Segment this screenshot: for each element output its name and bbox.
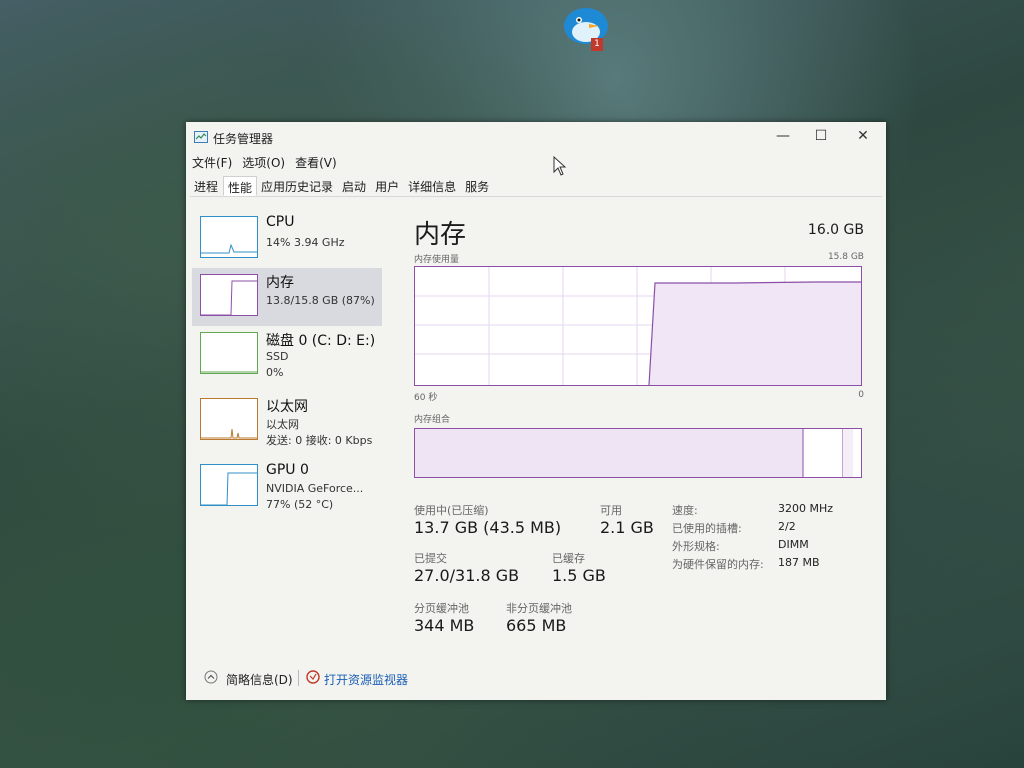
hw-reserved-value: 187 MB	[778, 556, 820, 569]
committed-label: 已提交	[414, 552, 447, 565]
page-title: 内存	[414, 220, 467, 250]
sidebar-item-ethernet[interactable]: 以太网 以太网 发送: 0 接收: 0 Kbps	[192, 392, 382, 450]
sidebar-item-memory[interactable]: 内存 13.8/15.8 GB (87%)	[192, 268, 382, 326]
sidebar-disk-name: 磁盘 0 (C: D: E:)	[266, 333, 376, 349]
fewer-details-button[interactable]: 简略信息(D)	[226, 671, 293, 688]
sidebar-memory-usage: 13.8/15.8 GB (87%)	[266, 294, 375, 307]
graph-time-left: 60 秒	[414, 393, 438, 403]
tab-details[interactable]: 详细信息	[404, 176, 461, 196]
window-title: 任务管理器	[213, 132, 274, 146]
task-manager-app-icon	[194, 131, 208, 143]
open-resource-monitor-link[interactable]: 打开资源监视器	[324, 671, 408, 688]
form-factor-value: DIMM	[778, 538, 809, 551]
resource-monitor-icon	[306, 670, 320, 684]
memory-usage-graph	[414, 266, 862, 386]
tab-app-history[interactable]: 应用历史记录	[257, 176, 338, 196]
minimize-button[interactable]: —	[766, 126, 800, 146]
close-button[interactable]: ✕	[846, 126, 880, 146]
tab-processes[interactable]: 进程	[190, 176, 223, 196]
paged-pool-label: 分页缓冲池	[414, 602, 469, 615]
cached-value: 1.5 GB	[552, 566, 606, 585]
nonpaged-pool-label: 非分页缓冲池	[506, 602, 572, 615]
tab-services[interactable]: 服务	[461, 176, 494, 196]
sidebar-cpu-usage: 14% 3.94 GHz	[266, 236, 345, 249]
available-label: 可用	[600, 504, 622, 517]
sidebar-item-gpu[interactable]: GPU 0 NVIDIA GeForce... 77% (52 °C)	[192, 458, 382, 516]
sidebar-memory-name: 内存	[266, 275, 294, 291]
sidebar-disk-usage: 0%	[266, 366, 284, 379]
tab-startup[interactable]: 启动	[338, 176, 371, 196]
cached-label: 已缓存	[552, 552, 585, 565]
in-use-value: 13.7 GB (43.5 MB)	[414, 518, 562, 537]
bird-mascot-icon[interactable]	[556, 0, 616, 48]
memory-composition-bar	[414, 428, 862, 478]
tab-users[interactable]: 用户	[371, 176, 404, 196]
sidebar-item-disk[interactable]: 磁盘 0 (C: D: E:) SSD 0%	[192, 326, 382, 384]
paged-pool-value: 344 MB	[414, 616, 475, 635]
tab-strip: 进程 性能 应用历史记录 启动 用户 详细信息 服务	[190, 176, 494, 196]
sidebar-item-cpu[interactable]: CPU 14% 3.94 GHz	[192, 210, 382, 268]
sidebar-gpu-name: GPU 0	[266, 462, 309, 478]
sidebar-ethernet-adapter: 以太网	[266, 418, 299, 431]
usage-graph-max: 15.8 GB	[827, 252, 864, 262]
nonpaged-pool-value: 665 MB	[506, 616, 567, 635]
composition-label: 内存组合	[414, 415, 451, 425]
sidebar-ethernet-name: 以太网	[266, 399, 308, 415]
available-value: 2.1 GB	[600, 518, 654, 537]
usage-graph-label: 内存使用量	[414, 255, 460, 265]
gpu-mini-graph	[200, 464, 258, 506]
cpu-mini-graph	[200, 216, 258, 258]
ethernet-mini-graph	[200, 398, 258, 440]
speed-key: 速度:	[672, 504, 698, 517]
committed-value: 27.0/31.8 GB	[414, 566, 520, 585]
task-manager-window: 任务管理器 — ☐ ✕ 文件(F) 选项(O) 查看(V) 进程 性能 应用历史…	[186, 122, 886, 700]
tab-divider	[190, 196, 882, 197]
slots-key: 已使用的插槽:	[672, 522, 742, 535]
slots-value: 2/2	[778, 520, 796, 533]
hw-reserved-key: 为硬件保留的内存:	[672, 558, 764, 571]
tab-performance[interactable]: 性能	[223, 176, 258, 196]
footer-divider	[298, 670, 299, 686]
menu-bar: 文件(F) 选项(O) 查看(V)	[192, 154, 337, 172]
in-use-label: 使用中(已压缩)	[414, 504, 489, 517]
sidebar-gpu-usage: 77% (52 °C)	[266, 498, 334, 511]
chevron-up-icon[interactable]	[204, 670, 218, 684]
menu-options[interactable]: 选项(O)	[242, 154, 285, 172]
menu-view[interactable]: 查看(V)	[295, 154, 337, 172]
title-bar[interactable]: 任务管理器 — ☐ ✕	[186, 122, 886, 150]
sidebar-disk-type: SSD	[266, 350, 289, 363]
memory-mini-graph	[200, 274, 258, 316]
maximize-button[interactable]: ☐	[804, 126, 838, 146]
form-factor-key: 外形规格:	[672, 540, 720, 553]
speed-value: 3200 MHz	[778, 502, 834, 515]
notification-badge: 1	[591, 38, 603, 51]
sidebar-cpu-name: CPU	[266, 214, 295, 230]
sidebar-ethernet-rate: 发送: 0 接收: 0 Kbps	[266, 434, 373, 447]
total-memory: 16.0 GB	[807, 222, 864, 238]
graph-time-right: 0	[858, 390, 864, 400]
disk-mini-graph	[200, 332, 258, 374]
menu-file[interactable]: 文件(F)	[192, 154, 232, 172]
mouse-cursor-icon	[553, 156, 567, 176]
sidebar-gpu-model: NVIDIA GeForce...	[266, 482, 364, 495]
